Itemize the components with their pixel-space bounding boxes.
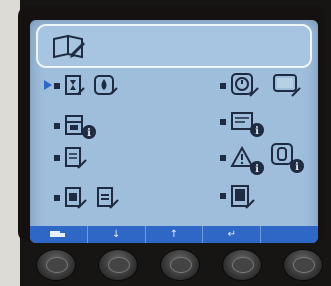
svg-text:i: i	[255, 126, 259, 137]
menu-item-page[interactable]	[220, 184, 280, 210]
hourglass-doc-icon	[65, 75, 85, 95]
hardware-button-2[interactable]	[98, 249, 138, 281]
folder-info-icon: i	[231, 112, 264, 137]
bullet	[54, 83, 60, 89]
lcd-screen: i i i i ↓ ↑ ↵	[30, 20, 318, 243]
arrow-up-icon: ↑	[169, 229, 179, 240]
enter-icon: ↵	[227, 229, 236, 240]
menu-item-doc-group[interactable]	[54, 186, 164, 212]
hardware-button-4[interactable]	[222, 249, 262, 281]
menu-item-warnings[interactable]: i i	[220, 143, 316, 176]
bullet	[54, 123, 60, 129]
menu-item-sequence[interactable]	[54, 74, 164, 96]
softkey-up[interactable]: ↑	[146, 226, 204, 243]
doc-b-icon	[97, 187, 119, 209]
calendar-doc-info-icon: i	[65, 115, 96, 139]
doc-a-icon	[65, 187, 87, 209]
bottle-info-icon: i	[271, 143, 304, 173]
warning-info-icon: i	[230, 146, 264, 175]
document-icon	[65, 147, 87, 169]
softkey-down[interactable]: ↓	[88, 226, 146, 243]
menu-item-document[interactable]	[54, 146, 114, 172]
bullet	[220, 193, 226, 199]
hardware-button-5[interactable]	[283, 249, 323, 281]
truck-icon	[50, 231, 66, 237]
hardware-button-3[interactable]	[160, 249, 200, 281]
page-icon	[231, 185, 255, 209]
bullet	[54, 155, 60, 161]
softkey-1[interactable]	[30, 226, 88, 243]
softkey-enter[interactable]: ↵	[203, 226, 262, 243]
softkey-5[interactable]	[261, 226, 318, 243]
hardware-button-1[interactable]	[36, 249, 76, 281]
bullet	[220, 83, 226, 89]
bullet	[220, 119, 226, 125]
menu-item-status-info[interactable]: i	[54, 114, 134, 140]
svg-text:i: i	[87, 128, 91, 139]
box-icon	[273, 74, 301, 97]
book-pen-icon	[53, 34, 86, 59]
screen-header	[36, 24, 312, 68]
arrow-down-icon: ↓	[112, 229, 121, 240]
softkey-bar: ↓ ↑ ↵	[30, 226, 318, 243]
svg-text:i: i	[295, 162, 299, 173]
svg-text:i: i	[255, 164, 259, 175]
bullet	[54, 195, 60, 201]
selection-cursor-icon	[44, 80, 52, 90]
bullet	[220, 155, 226, 161]
clock-icon	[231, 73, 259, 97]
ink-drop-icon	[94, 75, 118, 95]
menu-item-clock-setup[interactable]	[220, 72, 316, 98]
menu-item-folder-info[interactable]: i	[220, 110, 290, 138]
device-edge	[0, 0, 20, 286]
